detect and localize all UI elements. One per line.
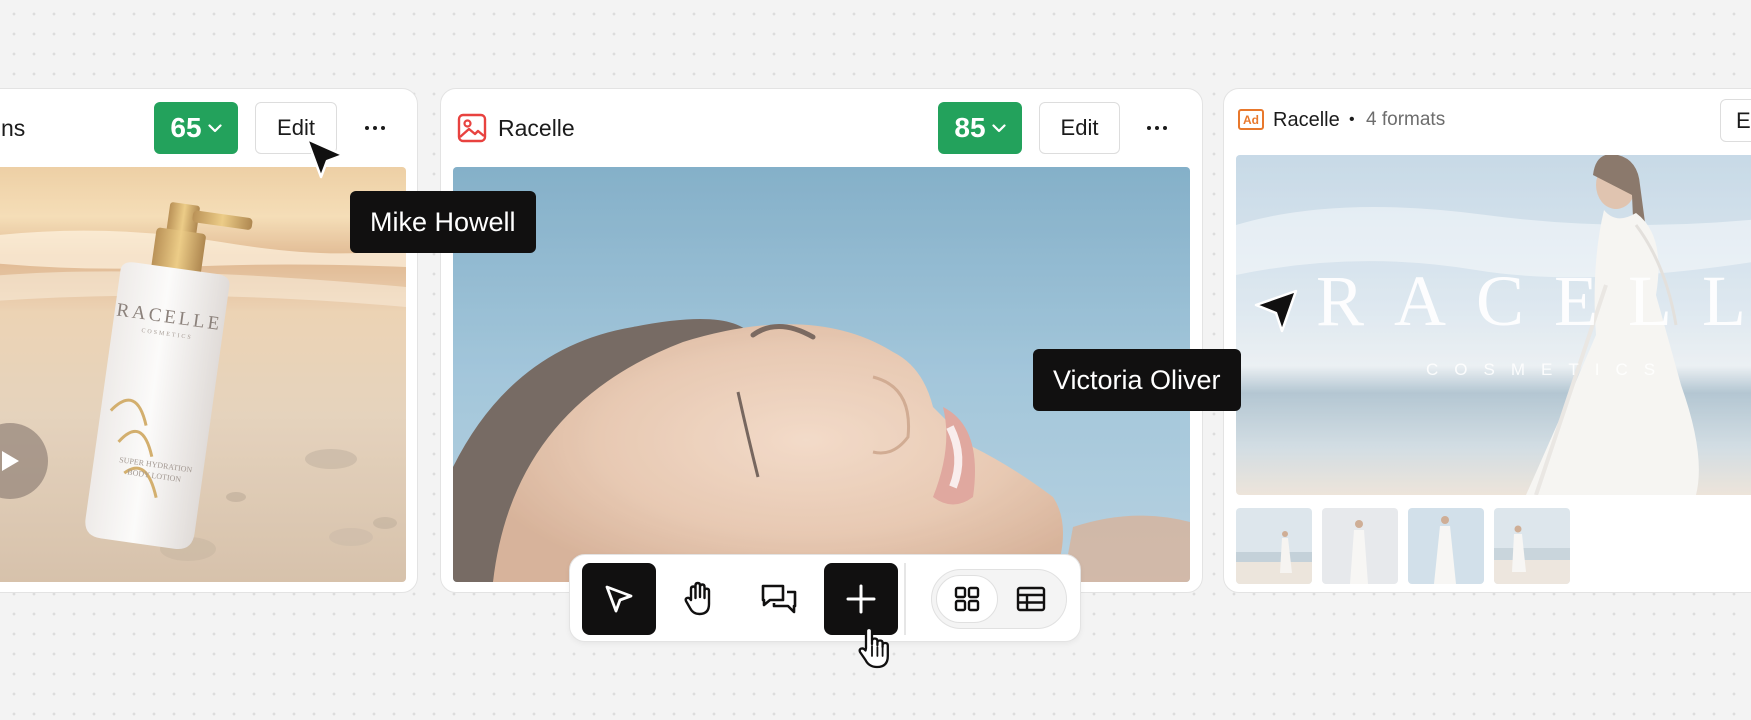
collaborator-cursor-icon: [1254, 289, 1298, 333]
format-thumbnail[interactable]: [1408, 508, 1484, 584]
image-icon: [457, 113, 487, 143]
add-button[interactable]: [824, 563, 898, 635]
toolbar-divider: [904, 563, 906, 635]
ad-badge-icon: Ad: [1238, 109, 1264, 130]
card-title: Racelle: [1273, 108, 1340, 131]
card-header: Ad Racelle • 4 formats Ed: [1224, 89, 1751, 151]
separator: •: [1349, 111, 1355, 128]
score-value: 65: [170, 112, 202, 143]
pointer-icon: [605, 585, 633, 613]
chevron-down-icon: [991, 123, 1006, 132]
format-thumbnail[interactable]: [1494, 508, 1570, 584]
hand-pointer-cursor-icon: [858, 626, 889, 669]
card-title: ns: [1, 114, 26, 141]
chevron-down-icon: [207, 123, 222, 132]
collaborator-tooltip: Mike Howell: [350, 191, 536, 253]
edit-button[interactable]: Edit: [1039, 102, 1120, 154]
more-options-icon[interactable]: [355, 111, 395, 145]
table-icon: [1016, 586, 1046, 612]
comments-icon: [761, 584, 797, 614]
view-toggle: [931, 569, 1067, 629]
score-value: 85: [954, 112, 986, 143]
collaborator-cursor-icon: [305, 137, 345, 179]
comment-tool-button[interactable]: [742, 563, 816, 635]
creative-card-2[interactable]: Racelle 85 Edit: [440, 88, 1203, 593]
video-preview[interactable]: RACELLE COSMETICS SUPER HYDRATION BODY L…: [0, 167, 406, 582]
card-header: ns 65 Edit: [0, 89, 417, 167]
canvas-toolbar: [569, 554, 1081, 642]
beach-lotion-image: RACELLE COSMETICS SUPER HYDRATION BODY L…: [0, 167, 406, 582]
grid-view-button[interactable]: [936, 575, 998, 623]
more-options-icon[interactable]: [1137, 111, 1177, 145]
woman-beach-image: RACELLE COSMETICS: [1236, 155, 1751, 495]
ad-brand-sub: COSMETICS: [1426, 360, 1671, 379]
hand-icon: [684, 581, 711, 616]
format-count: 4 formats: [1366, 109, 1446, 130]
format-thumbnail[interactable]: [1236, 508, 1312, 584]
edit-button[interactable]: Ed: [1720, 99, 1751, 142]
collaborator-tooltip: Victoria Oliver: [1033, 349, 1241, 411]
select-tool-button[interactable]: [582, 563, 656, 635]
ad-preview[interactable]: RACELLE COSMETICS: [1236, 155, 1751, 495]
card-title: Racelle: [498, 114, 575, 141]
score-dropdown[interactable]: 65: [154, 102, 238, 154]
grid-icon: [954, 586, 980, 612]
score-dropdown[interactable]: 85: [938, 102, 1022, 154]
card-header: Racelle 85 Edit: [441, 89, 1202, 167]
ad-card[interactable]: Ad Racelle • 4 formats Ed: [1223, 88, 1751, 593]
play-icon: [2, 451, 19, 471]
hand-tool-button[interactable]: [662, 563, 736, 635]
format-thumbnail[interactable]: [1322, 508, 1398, 584]
plus-icon: [846, 584, 876, 614]
ad-brand-text: RACELLE: [1316, 261, 1751, 341]
table-view-button[interactable]: [1000, 575, 1062, 623]
creative-card-1[interactable]: ns 65 Edit RACELLE COSMETICS SUPER HYDRA…: [0, 88, 418, 593]
